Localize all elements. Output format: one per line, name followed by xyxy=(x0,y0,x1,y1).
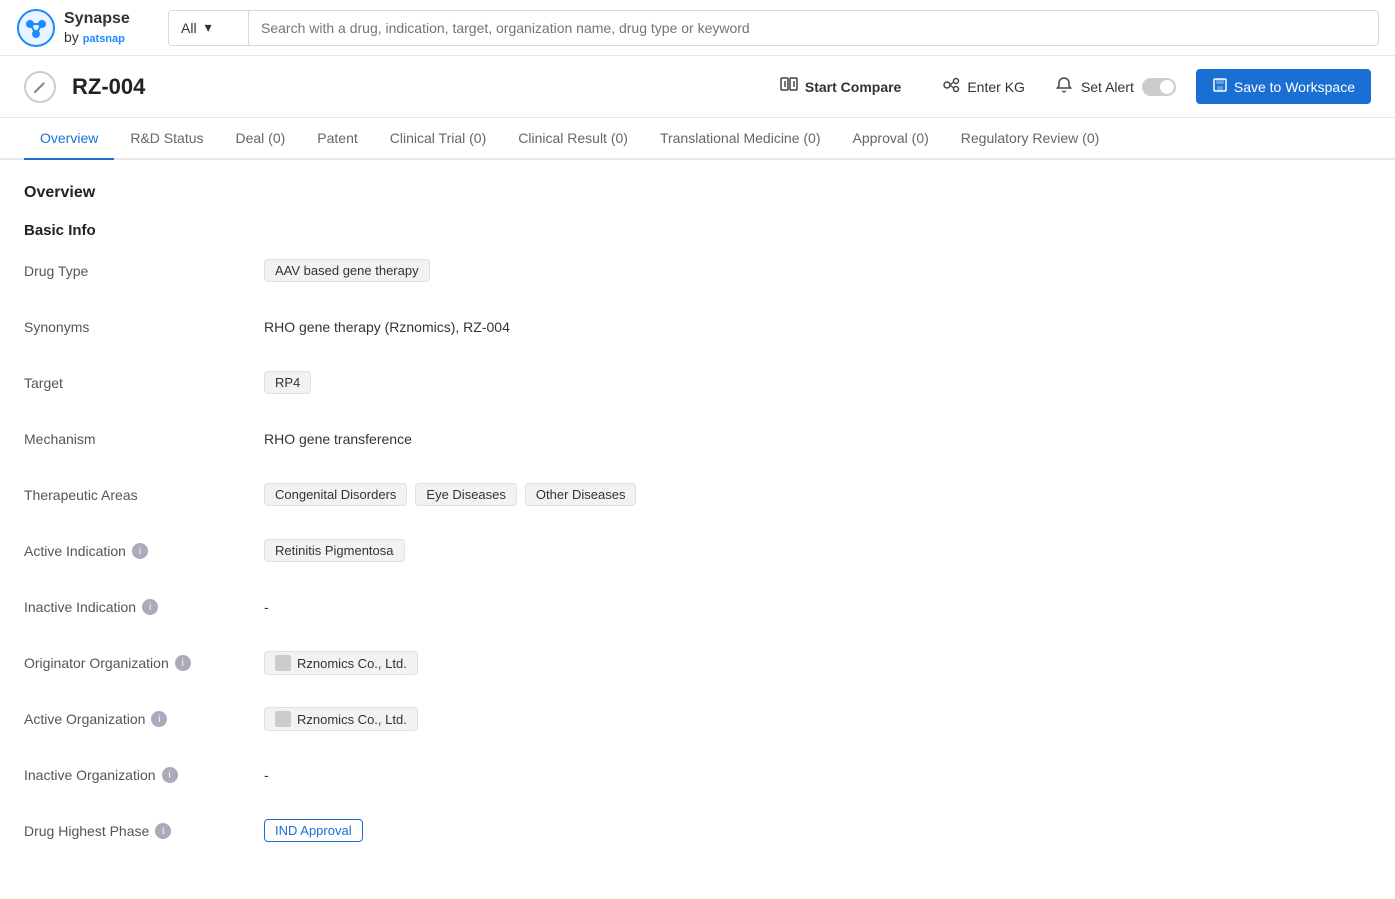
field-value-drug-highest-phase: IND Approval xyxy=(264,819,1371,842)
set-alert-area: Set Alert xyxy=(1055,76,1176,97)
active-indication-info-icon[interactable]: i xyxy=(132,543,148,559)
field-label-target: Target xyxy=(24,371,264,391)
field-label-originator-org: Originator Organization i xyxy=(24,651,264,671)
drug-header: RZ-004 Start Compare xyxy=(0,56,1395,118)
search-input[interactable] xyxy=(249,11,1378,45)
top-nav-bar: Synapse by patsnap All ▾ xyxy=(0,0,1395,56)
start-compare-icon xyxy=(779,74,799,99)
tag-rp4[interactable]: RP4 xyxy=(264,371,311,394)
tab-patent[interactable]: Patent xyxy=(301,118,373,160)
set-alert-toggle[interactable] xyxy=(1142,78,1176,96)
field-row-mechanism: Mechanism RHO gene transference xyxy=(24,427,1371,459)
field-value-drug-type: AAV based gene therapy xyxy=(264,259,1371,282)
tag-other-diseases[interactable]: Other Diseases xyxy=(525,483,637,506)
enter-kg-button[interactable]: Enter KG xyxy=(931,69,1035,104)
field-row-originator-org: Originator Organization i Rznomics Co., … xyxy=(24,651,1371,683)
field-label-inactive-org: Inactive Organization i xyxy=(24,763,264,783)
field-row-drug-type: Drug Type AAV based gene therapy xyxy=(24,259,1371,291)
field-label-inactive-indication: Inactive Indication i xyxy=(24,595,264,615)
main-content: Overview Basic Info Drug Type AAV based … xyxy=(0,160,1395,899)
field-row-drug-highest-phase: Drug Highest Phase i IND Approval xyxy=(24,819,1371,851)
tag-aav[interactable]: AAV based gene therapy xyxy=(264,259,430,282)
set-alert-icon xyxy=(1055,76,1073,97)
start-compare-button[interactable]: Start Compare xyxy=(769,68,911,105)
tag-originator-rznomics[interactable]: Rznomics Co., Ltd. xyxy=(264,651,418,675)
enter-kg-label: Enter KG xyxy=(967,79,1025,95)
field-value-active-indication: Retinitis Pigmentosa xyxy=(264,539,1371,562)
drug-edit-icon[interactable] xyxy=(24,71,56,103)
inactive-org-dash: - xyxy=(264,763,269,783)
org-logo-active xyxy=(275,711,291,727)
field-label-drug-highest-phase: Drug Highest Phase i xyxy=(24,819,264,839)
field-value-target: RP4 xyxy=(264,371,1371,394)
field-value-therapeutic-areas: Congenital Disorders Eye Diseases Other … xyxy=(264,483,1371,506)
field-value-originator-org: Rznomics Co., Ltd. xyxy=(264,651,1371,675)
field-label-active-indication: Active Indication i xyxy=(24,539,264,559)
field-row-inactive-indication: Inactive Indication i - xyxy=(24,595,1371,627)
field-value-mechanism: RHO gene transference xyxy=(264,427,1371,447)
tab-bar: Overview R&D Status Deal (0) Patent Clin… xyxy=(0,118,1395,160)
search-bar[interactable]: All ▾ xyxy=(168,10,1379,46)
inactive-org-info-icon[interactable]: i xyxy=(162,767,178,783)
tag-ind-approval[interactable]: IND Approval xyxy=(264,819,363,842)
logo-synapse-text: Synapse xyxy=(64,9,130,28)
field-label-therapeutic-areas: Therapeutic Areas xyxy=(24,483,264,503)
field-row-synonyms: Synonyms RHO gene therapy (Rznomics), RZ… xyxy=(24,315,1371,347)
field-label-active-org: Active Organization i xyxy=(24,707,264,727)
tab-approval[interactable]: Approval (0) xyxy=(837,118,945,160)
field-row-inactive-org: Inactive Organization i - xyxy=(24,763,1371,795)
synonyms-text: RHO gene therapy (Rznomics), RZ-004 xyxy=(264,315,510,335)
field-row-target: Target RP4 xyxy=(24,371,1371,403)
tab-clinical-trial[interactable]: Clinical Trial (0) xyxy=(374,118,502,160)
tab-deal[interactable]: Deal (0) xyxy=(220,118,302,160)
field-label-synonyms: Synonyms xyxy=(24,315,264,335)
field-value-active-org: Rznomics Co., Ltd. xyxy=(264,707,1371,731)
logo: Synapse by patsnap xyxy=(16,8,156,48)
basic-info-title: Basic Info xyxy=(24,222,1371,239)
tab-regulatory-review[interactable]: Regulatory Review (0) xyxy=(945,118,1116,160)
save-to-workspace-label: Save to Workspace xyxy=(1234,79,1355,95)
tab-clinical-result[interactable]: Clinical Result (0) xyxy=(502,118,644,160)
start-compare-label: Start Compare xyxy=(805,79,901,95)
overview-section-title: Overview xyxy=(24,184,1371,202)
tag-eye-diseases[interactable]: Eye Diseases xyxy=(415,483,516,506)
originator-org-info-icon[interactable]: i xyxy=(175,655,191,671)
search-type-dropdown[interactable]: All ▾ xyxy=(169,11,249,45)
toggle-knob xyxy=(1160,80,1174,94)
active-org-info-icon[interactable]: i xyxy=(151,711,167,727)
tab-translational-medicine[interactable]: Translational Medicine (0) xyxy=(644,118,837,160)
field-row-therapeutic-areas: Therapeutic Areas Congenital Disorders E… xyxy=(24,483,1371,515)
field-label-mechanism: Mechanism xyxy=(24,427,264,447)
field-value-synonyms: RHO gene therapy (Rznomics), RZ-004 xyxy=(264,315,1371,335)
logo-by-patsnap-text: by patsnap xyxy=(64,29,130,46)
field-label-drug-type: Drug Type xyxy=(24,259,264,279)
tag-active-rznomics[interactable]: Rznomics Co., Ltd. xyxy=(264,707,418,731)
synapse-logo-icon xyxy=(16,8,56,48)
drug-actions: Start Compare Enter KG Se xyxy=(769,68,1371,105)
mechanism-text: RHO gene transference xyxy=(264,427,412,447)
save-icon xyxy=(1212,77,1228,96)
tag-retinitis-pigmentosa[interactable]: Retinitis Pigmentosa xyxy=(264,539,405,562)
inactive-indication-dash: - xyxy=(264,595,269,615)
tag-congenital-disorders[interactable]: Congenital Disorders xyxy=(264,483,407,506)
chevron-down-icon: ▾ xyxy=(205,19,212,36)
drug-name: RZ-004 xyxy=(72,74,145,100)
field-value-inactive-org: - xyxy=(264,763,1371,783)
tab-overview[interactable]: Overview xyxy=(24,118,114,160)
field-value-inactive-indication: - xyxy=(264,595,1371,615)
set-alert-label: Set Alert xyxy=(1081,79,1134,95)
field-row-active-org: Active Organization i Rznomics Co., Ltd. xyxy=(24,707,1371,739)
enter-kg-icon xyxy=(941,75,961,98)
inactive-indication-info-icon[interactable]: i xyxy=(142,599,158,615)
field-row-active-indication: Active Indication i Retinitis Pigmentosa xyxy=(24,539,1371,571)
search-dropdown-label: All xyxy=(181,20,197,36)
drug-highest-phase-info-icon[interactable]: i xyxy=(155,823,171,839)
tab-rd-status[interactable]: R&D Status xyxy=(114,118,219,160)
org-logo-originator xyxy=(275,655,291,671)
save-to-workspace-button[interactable]: Save to Workspace xyxy=(1196,69,1371,104)
